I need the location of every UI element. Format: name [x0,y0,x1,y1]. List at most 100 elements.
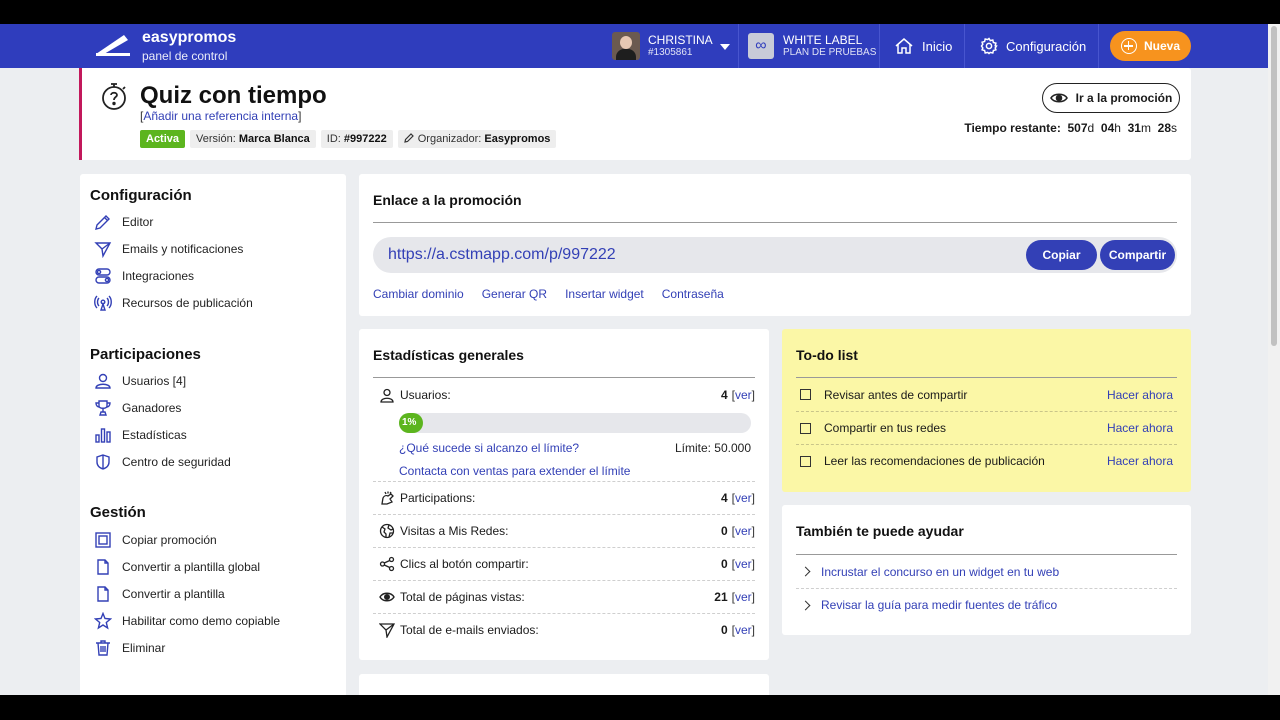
bracket: ] [751,590,755,604]
promotion-url[interactable]: https://a.cstmapp.com/p/997222 [388,246,616,264]
share-icon [379,556,395,572]
view-link[interactable]: [ver] [732,590,755,604]
app-viewport: easypromos panel de control CHRISTINA #1… [0,24,1280,695]
sidebar-item-plantilla[interactable]: Convertir a plantilla [94,584,225,604]
help-link[interactable]: Incrustar el concurso en un widget en tu… [796,555,1177,588]
help-link[interactable]: Revisar la guía para medir fuentes de tr… [796,588,1177,621]
progress-fill: 1% [399,413,423,433]
stat-value: 0 [720,557,728,571]
sidebar-item-editor[interactable]: Editor [94,212,153,232]
view-link[interactable]: [ver] [732,524,755,538]
brand[interactable]: easypromos panel de control [142,29,236,63]
todo-label: Compartir en tus redes [824,421,947,435]
add-reference-link[interactable]: Añadir una referencia interna [143,109,298,123]
brand-name: easypromos [142,29,237,46]
trophy-icon [95,400,111,416]
stat-label: Total de e-mails enviados: [400,623,539,637]
page-scrollbar[interactable] [1268,24,1280,695]
share-button[interactable]: Compartir [1100,240,1175,270]
eye-icon [1049,93,1068,103]
go-to-promotion-label: Ir a la promoción [1075,91,1173,105]
todo-checkbox[interactable] [800,455,811,467]
user-icon [380,388,394,403]
view-link[interactable]: [ver] [732,388,755,402]
time-hours: 04 [1100,121,1115,135]
insert-widget-link[interactable]: Insertar widget [565,287,644,301]
pencil-icon [403,133,414,143]
help-card: También te puede ayudar Incrustar el con… [782,505,1191,635]
easypromos-logo-icon[interactable] [94,32,132,58]
top-navbar: easypromos panel de control CHRISTINA #1… [0,24,1280,68]
view-link[interactable]: [ver] [732,491,755,505]
todo-checkbox[interactable] [800,422,811,434]
user-menu[interactable]: CHRISTINA #1305861 [612,24,738,68]
sidebar-item-emails[interactable]: Emails y notificaciones [94,239,243,259]
todo-action-link[interactable]: Hacer ahora [1107,388,1173,402]
view-link-label: ver [734,623,752,637]
sidebar-item-usuarios[interactable]: Usuarios [4] [94,371,186,391]
users-limit-progress: 1% [399,413,751,433]
sidebar-item-label: Usuarios [4] [122,374,187,388]
card-title: Enlace a la promoción [373,192,522,208]
stat-row-usuarios: Usuarios: 4 [ver] [373,378,755,411]
link-actions: Cambiar dominio Generar QR Insertar widg… [373,287,724,301]
todo-action-link[interactable]: Hacer ahora [1107,421,1173,435]
nav-inicio-label: Inicio [922,38,953,54]
new-promotion-button[interactable]: Nueva [1110,31,1191,61]
sidebar-section-title: Gestión [90,504,146,521]
sidebar-item-seguridad[interactable]: Centro de seguridad [94,452,231,472]
eye-icon [379,592,395,602]
bracket: ] [751,524,755,538]
sidebar-item-recursos[interactable]: Recursos de publicación [94,293,253,313]
time-minutes: 31 [1127,121,1141,135]
brand-subtitle: panel de control [142,49,228,63]
sidebar-item-demo[interactable]: Habilitar como demo copiable [94,611,280,631]
nav-divider [1098,24,1099,68]
sidebar-item-integraciones[interactable]: Integraciones [94,266,194,286]
sidebar-item-plantilla-global[interactable]: Convertir a plantilla global [94,557,260,577]
sidebar-item-eliminar[interactable]: Eliminar [94,638,165,658]
copy-button[interactable]: Copiar [1026,240,1097,270]
sidebar-item-ganadores[interactable]: Ganadores [94,398,181,418]
bar-chart-icon [95,428,111,443]
card-title: Estadísticas generales [373,347,524,363]
generate-qr-link[interactable]: Generar QR [482,287,547,301]
organizer-tag[interactable]: Organizador: Easypromos [397,130,557,148]
sidebar-item-label: Recursos de publicación [122,296,253,310]
todo-list-card: To-do list Revisar antes de compartir Ha… [782,329,1191,492]
nav-configuracion[interactable]: Configuración [980,24,1086,68]
promotion-url-field[interactable]: https://a.cstmapp.com/p/997222 Copiar Co… [373,237,1177,273]
paper-plane-icon [94,242,112,258]
sidebar-section-title: Participaciones [90,346,201,363]
view-link[interactable]: [ver] [732,623,755,637]
time-seconds: 28 [1157,121,1171,135]
sidebar-item-copiar[interactable]: Copiar promoción [94,530,217,550]
nav-divider [879,24,880,68]
sidebar-section-title: Configuración [90,187,192,204]
internal-reference: [Añadir una referencia interna] [140,109,301,123]
promotion-link-card: Enlace a la promoción https://a.cstmapp.… [359,174,1191,316]
todo-checkbox[interactable] [800,389,811,400]
password-link[interactable]: Contraseña [662,287,724,301]
scrollbar-thumb[interactable] [1271,26,1277,346]
view-link[interactable]: [ver] [732,557,755,571]
sidebar-item-estadisticas[interactable]: Estadísticas [94,425,187,445]
pencil-icon [95,215,110,230]
user-icon [95,373,111,389]
contact-sales-link[interactable]: Contacta con ventas para extender el lím… [399,464,630,478]
help-link-label: Incrustar el concurso en un widget en tu… [821,564,1060,579]
sidebar-item-label: Ganadores [122,401,182,415]
white-label-plan[interactable]: ∞ WHITE LABEL PLAN DE PRUEBAS [748,24,876,68]
change-domain-link[interactable]: Cambiar dominio [373,287,464,301]
limit-question-link[interactable]: ¿Qué sucede si alcanzo el límite? [399,441,579,455]
stat-row-participaciones: Participations: 4 [ver] [373,481,755,514]
nav-inicio[interactable]: Inicio [894,24,952,68]
time-unit: d [1087,121,1095,135]
copy-icon [95,532,111,548]
stat-row-emails: Total de e-mails enviados: 0 [ver] [373,613,755,646]
time-unit: m [1140,121,1151,135]
sidebar-item-label: Integraciones [122,269,195,283]
bracket: ] [751,623,755,637]
todo-action-link[interactable]: Hacer ahora [1107,454,1173,468]
go-to-promotion-button[interactable]: Ir a la promoción [1042,83,1180,113]
